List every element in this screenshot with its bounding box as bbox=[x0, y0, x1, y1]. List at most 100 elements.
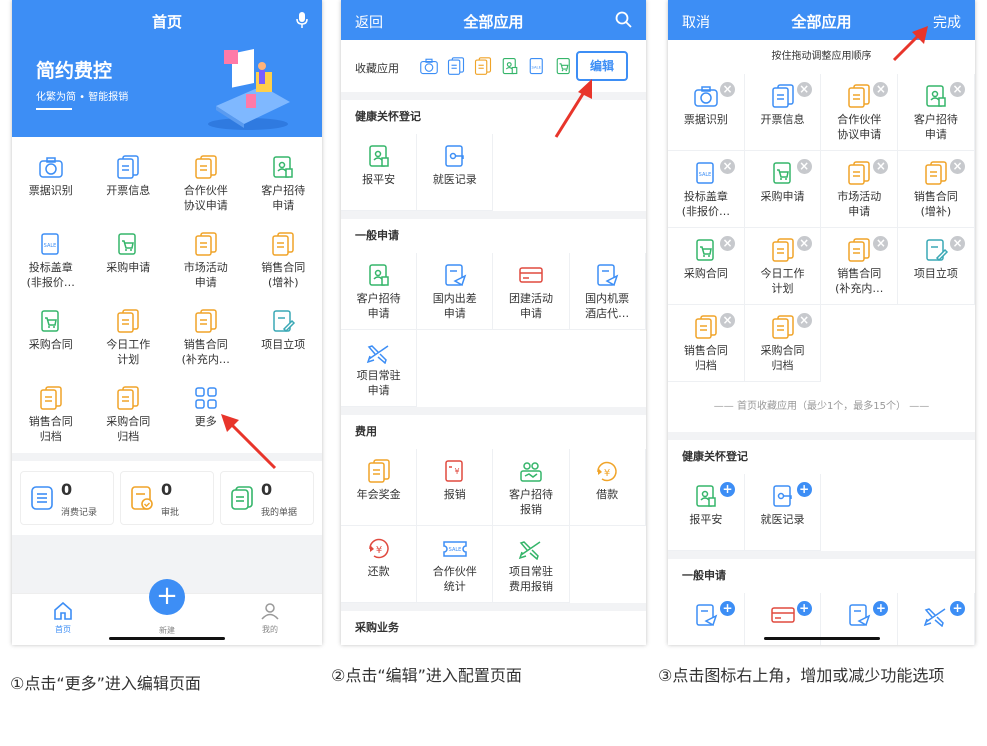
remove-icon[interactable]: × bbox=[873, 236, 889, 251]
app-tile[interactable]: 更多 bbox=[167, 376, 245, 453]
app-tile[interactable]: 项目立项 bbox=[245, 299, 323, 376]
app-tile[interactable]: 市场活动 申请 × bbox=[821, 151, 899, 228]
tab-new-label-wrap: 新建 bbox=[147, 623, 187, 636]
app-tile[interactable]: 客户招待 申请 × bbox=[898, 74, 975, 151]
top-bar: 首页 bbox=[12, 0, 322, 40]
app-tile[interactable]: SALE 投标盖章 (非报价… bbox=[12, 222, 90, 299]
app-tile[interactable]: 年会奖金 bbox=[341, 449, 418, 526]
docs-icon bbox=[925, 161, 947, 185]
app-tile[interactable]: + bbox=[668, 593, 745, 645]
edit-doc-icon bbox=[926, 239, 948, 262]
app-tile[interactable]: 报平安 + bbox=[668, 474, 745, 551]
banner-underline bbox=[36, 108, 72, 110]
app-label: 还款 bbox=[367, 565, 390, 578]
app-tile[interactable]: 销售合同 归档 × bbox=[668, 305, 745, 382]
remove-icon[interactable]: × bbox=[796, 82, 812, 97]
add-icon[interactable]: + bbox=[720, 601, 735, 616]
microphone-icon[interactable] bbox=[296, 11, 308, 33]
tab-home[interactable]: 首页 bbox=[43, 601, 83, 635]
docs-icon bbox=[447, 57, 465, 75]
top-bar: 返回 全部应用 bbox=[341, 0, 646, 40]
svg-text:SALE: SALE bbox=[448, 547, 461, 553]
app-tile[interactable]: 销售合同 (补充内… × bbox=[821, 228, 899, 305]
remove-icon[interactable]: × bbox=[796, 313, 812, 328]
user-doc-icon bbox=[273, 156, 293, 178]
docs-icon bbox=[117, 309, 139, 333]
remove-icon[interactable]: × bbox=[950, 159, 966, 174]
remove-icon[interactable]: × bbox=[720, 82, 735, 97]
remove-icon[interactable]: × bbox=[950, 82, 966, 97]
stat-card-expense-records[interactable]: 0 消费记录 bbox=[20, 471, 114, 525]
app-tile[interactable]: 报平安 bbox=[341, 134, 418, 211]
app-tile[interactable]: 项目常驻 费用报销 bbox=[493, 526, 570, 603]
remove-icon[interactable]: × bbox=[720, 313, 735, 328]
remove-icon[interactable]: × bbox=[873, 159, 889, 174]
app-tile[interactable]: 客户招待 申请 bbox=[245, 145, 323, 222]
stat-card-approvals[interactable]: 0 审批 bbox=[120, 471, 214, 525]
app-tile[interactable]: 就医记录 bbox=[417, 134, 494, 211]
add-icon[interactable]: + bbox=[796, 482, 812, 497]
remove-icon[interactable]: × bbox=[873, 82, 889, 97]
app-label: 开票信息 bbox=[106, 184, 151, 197]
app-tile[interactable]: ¥ 借款 bbox=[569, 449, 646, 526]
app-tile[interactable]: 合作伙伴 协议申请 bbox=[167, 145, 245, 222]
app-tile[interactable]: 今日工作 计划 × bbox=[744, 228, 822, 305]
app-tile[interactable]: 销售合同 归档 bbox=[12, 376, 90, 453]
app-tile[interactable]: 票据识别 × bbox=[668, 74, 745, 151]
add-icon[interactable]: + bbox=[796, 601, 812, 616]
edit-button[interactable]: 编辑 bbox=[576, 51, 628, 81]
app-tile[interactable]: ¥ 还款 bbox=[341, 526, 418, 603]
add-icon[interactable]: + bbox=[720, 482, 735, 497]
app-tile[interactable]: 合作伙伴 协议申请 × bbox=[821, 74, 899, 151]
svg-text:¥: ¥ bbox=[454, 467, 459, 476]
remove-icon[interactable]: × bbox=[950, 236, 966, 251]
camera-icon bbox=[694, 86, 718, 107]
cart-doc-icon bbox=[772, 162, 791, 184]
app-tile[interactable]: 销售合同 (增补) bbox=[245, 222, 323, 299]
search-icon[interactable] bbox=[615, 11, 632, 32]
app-tile[interactable]: 采购合同 归档 bbox=[90, 376, 168, 453]
app-tile[interactable]: SALE 投标盖章 (非报价… × bbox=[668, 151, 745, 228]
app-tile[interactable]: 开票信息 × bbox=[744, 74, 822, 151]
remove-icon[interactable]: × bbox=[796, 159, 812, 174]
app-tile[interactable]: 团建活动 申请 bbox=[493, 253, 570, 330]
app-tile[interactable]: + bbox=[898, 593, 975, 645]
app-tile[interactable]: 销售合同 (增补) × bbox=[898, 151, 975, 228]
remove-icon[interactable]: × bbox=[720, 236, 735, 251]
cart-doc-icon bbox=[118, 233, 136, 255]
app-tile[interactable]: ¥ 报销 bbox=[417, 449, 494, 526]
app-tile[interactable]: 今日工作 计划 bbox=[90, 299, 168, 376]
app-tile[interactable]: 采购合同 归档 × bbox=[744, 305, 822, 382]
banner[interactable]: 简约费控 化繁为简 • 智能报销 bbox=[12, 40, 322, 137]
app-tile[interactable]: 项目常驻 申请 bbox=[341, 330, 418, 407]
top-bar: 取消 全部应用 完成 bbox=[668, 0, 975, 40]
app-tile[interactable]: 客户招待 申请 bbox=[341, 253, 418, 330]
add-icon[interactable]: + bbox=[950, 601, 966, 616]
app-label: 开票信息 bbox=[760, 113, 805, 126]
done-button[interactable]: 完成 bbox=[933, 12, 961, 32]
app-tile[interactable]: 国内机票 酒店代… bbox=[569, 253, 646, 330]
app-tile[interactable]: 开票信息 bbox=[90, 145, 168, 222]
docs-icon bbox=[117, 155, 139, 179]
app-tile[interactable]: SALE 合作伙伴 统计 bbox=[417, 526, 494, 603]
app-tile[interactable]: 采购合同 bbox=[12, 299, 90, 376]
app-tile[interactable]: 国内出差 申请 bbox=[417, 253, 494, 330]
app-tile[interactable]: 就医记录 + bbox=[744, 474, 822, 551]
app-tile[interactable]: 采购申请 bbox=[90, 222, 168, 299]
new-button[interactable]: + bbox=[149, 579, 185, 615]
app-tile[interactable]: 票据识别 bbox=[12, 145, 90, 222]
section-grid: 报平安 就医记录 bbox=[341, 134, 646, 211]
app-tile[interactable]: 客户招待 报销 bbox=[493, 449, 570, 526]
remove-icon[interactable]: × bbox=[720, 159, 735, 174]
stat-card-my-documents[interactable]: 0 我的单据 bbox=[220, 471, 314, 525]
add-icon[interactable]: + bbox=[873, 601, 889, 616]
remove-icon[interactable]: × bbox=[796, 236, 812, 251]
app-tile[interactable]: 项目立项 × bbox=[898, 228, 975, 305]
app-tile[interactable]: 采购合同 × bbox=[668, 228, 745, 305]
app-label: 合作伙伴 统计 bbox=[432, 565, 477, 593]
app-tile[interactable]: 市场活动 申请 bbox=[167, 222, 245, 299]
app-label: 今日工作 计划 bbox=[106, 338, 151, 366]
tab-mine[interactable]: 我的 bbox=[250, 602, 290, 635]
app-tile[interactable]: 销售合同 (补充内… bbox=[167, 299, 245, 376]
app-tile[interactable]: 采购申请 × bbox=[744, 151, 822, 228]
